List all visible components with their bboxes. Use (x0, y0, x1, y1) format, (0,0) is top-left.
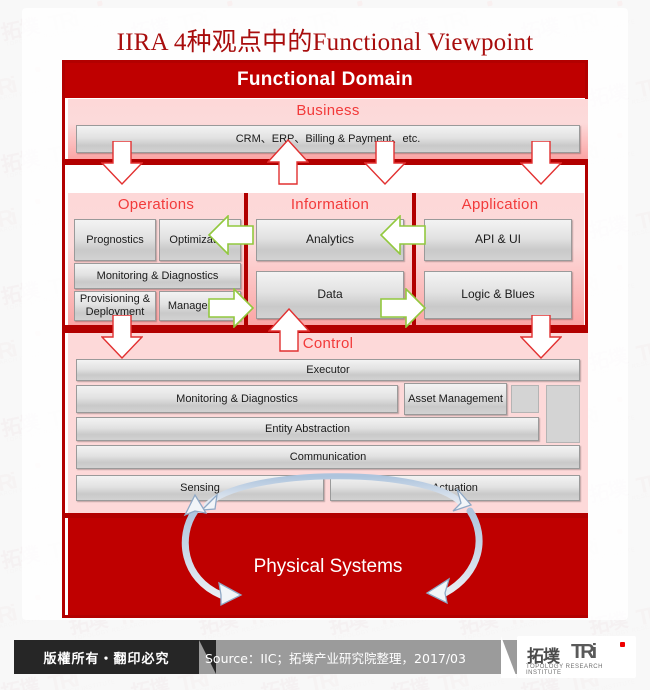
control-box-entity-abstraction[interactable]: Entity Abstraction (76, 417, 539, 441)
control-box-monitoring-diagnostics[interactable]: Monitoring & Diagnostics (76, 385, 398, 413)
footer: 版權所有・翻印必究 Source：IIC；拓墣产业研究院整理，2017/03 拓… (0, 632, 650, 682)
arrow-up-control-information (268, 308, 310, 352)
column-application: Application API & UI Logic & Blues (416, 193, 584, 325)
control-box-asset-management[interactable]: Asset Management (404, 383, 507, 415)
logo-tri-text: TRi (571, 641, 597, 663)
logo-subtitle: TOPOLOGY RESEARCH INSTITUTE (526, 664, 603, 676)
operations-title: Operations (117, 196, 195, 213)
control-box-spacer-b (546, 385, 580, 443)
arrow-down-business-application (520, 141, 562, 185)
divider-business (65, 159, 585, 165)
tri-logo: 拓墣 TRi TOPOLOGY RESEARCH INSTITUTE (501, 636, 636, 678)
control-box-spacer-a (511, 385, 539, 413)
arrow-loop-sensing-physical-actuation (165, 463, 505, 613)
footer-source-text: Source：IIC；拓墣产业研究院整理，2017/03 (205, 650, 466, 666)
control-title: Control (302, 335, 354, 352)
business-box[interactable]: CRM、ERP、Billing & Payment、etc. (76, 125, 580, 153)
business-title: Business (296, 102, 360, 119)
page-title: IIRA 4种观点中的Functional Viewpoint (116, 29, 534, 56)
footer-copyright-text: 版權所有・翻印必究 (43, 651, 170, 667)
arrow-down-application-control (520, 315, 562, 359)
divider-columns (65, 325, 585, 333)
arrow-right-operations-information (208, 288, 254, 328)
business-band: Business CRM、ERP、Billing & Payment、etc. (68, 99, 588, 159)
arrow-left-information-operations (208, 215, 254, 255)
control-box-executor[interactable]: Executor (76, 359, 580, 381)
arrow-left-application-information (380, 215, 426, 255)
functional-domain-diagram: Functional Domain Business CRM、ERP、Billi… (62, 60, 588, 618)
information-title: Information (290, 196, 370, 213)
app-box-logic-blues[interactable]: Logic & Blues (424, 271, 572, 319)
ops-box-prognostics[interactable]: Prognostics (74, 219, 156, 261)
arrow-up-information-business (267, 139, 309, 185)
application-title: Application (461, 196, 539, 213)
diagram-header: Functional Domain (65, 63, 585, 98)
ops-box-monitoring-diagnostics[interactable]: Monitoring & Diagnostics (74, 263, 241, 289)
logo-dot-icon (620, 642, 625, 647)
arrow-down-operations-control (101, 315, 143, 359)
columns-band: Operations Prognostics Optimization Moni… (68, 193, 588, 325)
app-box-api-ui[interactable]: API & UI (424, 219, 572, 261)
arrow-down-business-operations (101, 141, 143, 185)
arrow-right-information-application (380, 288, 426, 328)
arrow-down-business-information (364, 141, 406, 185)
